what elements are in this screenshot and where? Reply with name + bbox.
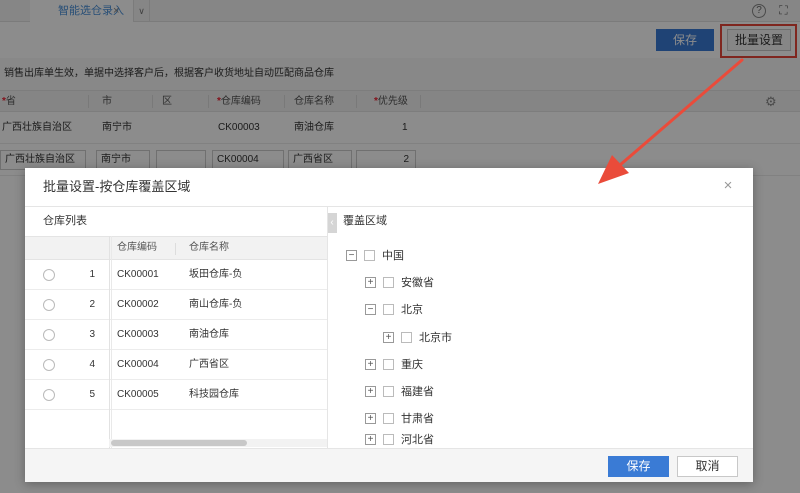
warehouse-row[interactable]: 1 CK00001 坂田仓库-负 (25, 260, 327, 290)
dialog-cancel-button[interactable]: 取消 (677, 456, 738, 477)
checkbox[interactable] (364, 250, 375, 261)
horizontal-scrollbar[interactable] (109, 439, 327, 447)
batch-settings-dialog: 批量设置-按仓库覆盖区域 × 仓库列表 覆盖区域 ‹ 仓库编码 仓库名称 1 C… (25, 168, 753, 482)
column-divider (109, 236, 110, 448)
dialog-footer: 保存 取消 (25, 448, 753, 482)
warehouse-radio[interactable] (43, 269, 55, 281)
checkbox[interactable] (383, 434, 394, 445)
expand-icon[interactable]: + (365, 434, 376, 445)
warehouse-radio[interactable] (43, 359, 55, 371)
checkbox[interactable] (383, 304, 394, 315)
dialog-save-button[interactable]: 保存 (608, 456, 669, 477)
warehouse-radio[interactable] (43, 389, 55, 401)
collapse-icon[interactable]: − (365, 304, 376, 315)
checkbox[interactable] (383, 386, 394, 397)
expand-icon[interactable]: + (383, 332, 394, 343)
close-icon[interactable]: × (719, 177, 737, 195)
warehouse-radio[interactable] (43, 299, 55, 311)
warehouse-radio[interactable] (43, 329, 55, 341)
warehouse-list-title: 仓库列表 (43, 215, 87, 227)
expand-icon[interactable]: + (365, 413, 376, 424)
warehouse-row[interactable]: 5 CK00005 科技园仓库 (25, 380, 327, 410)
checkbox[interactable] (383, 277, 394, 288)
warehouse-row[interactable]: 4 CK00004 广西省区 (25, 350, 327, 380)
col-name: 仓库名称 (189, 242, 229, 253)
collapse-icon[interactable]: − (346, 250, 357, 261)
checkbox[interactable] (401, 332, 412, 343)
divider (25, 206, 753, 207)
expand-icon[interactable]: + (365, 386, 376, 397)
expand-icon[interactable]: + (365, 359, 376, 370)
checkbox[interactable] (383, 413, 394, 424)
scrollbar-thumb[interactable] (111, 440, 247, 446)
expand-icon[interactable]: + (365, 277, 376, 288)
warehouse-row[interactable]: 2 CK00002 南山仓库-负 (25, 290, 327, 320)
checkbox[interactable] (383, 359, 394, 370)
warehouse-table-header: 仓库编码 仓库名称 (25, 236, 327, 260)
column-divider (111, 236, 112, 448)
collapse-icon[interactable]: ‹ (327, 213, 337, 233)
col-code: 仓库编码 (117, 242, 157, 253)
coverage-area-title: 覆盖区域 (343, 215, 387, 227)
warehouse-row[interactable]: 3 CK00003 南油仓库 (25, 320, 327, 350)
dialog-title: 批量设置-按仓库覆盖区域 (43, 179, 191, 194)
pane-divider (327, 207, 328, 448)
